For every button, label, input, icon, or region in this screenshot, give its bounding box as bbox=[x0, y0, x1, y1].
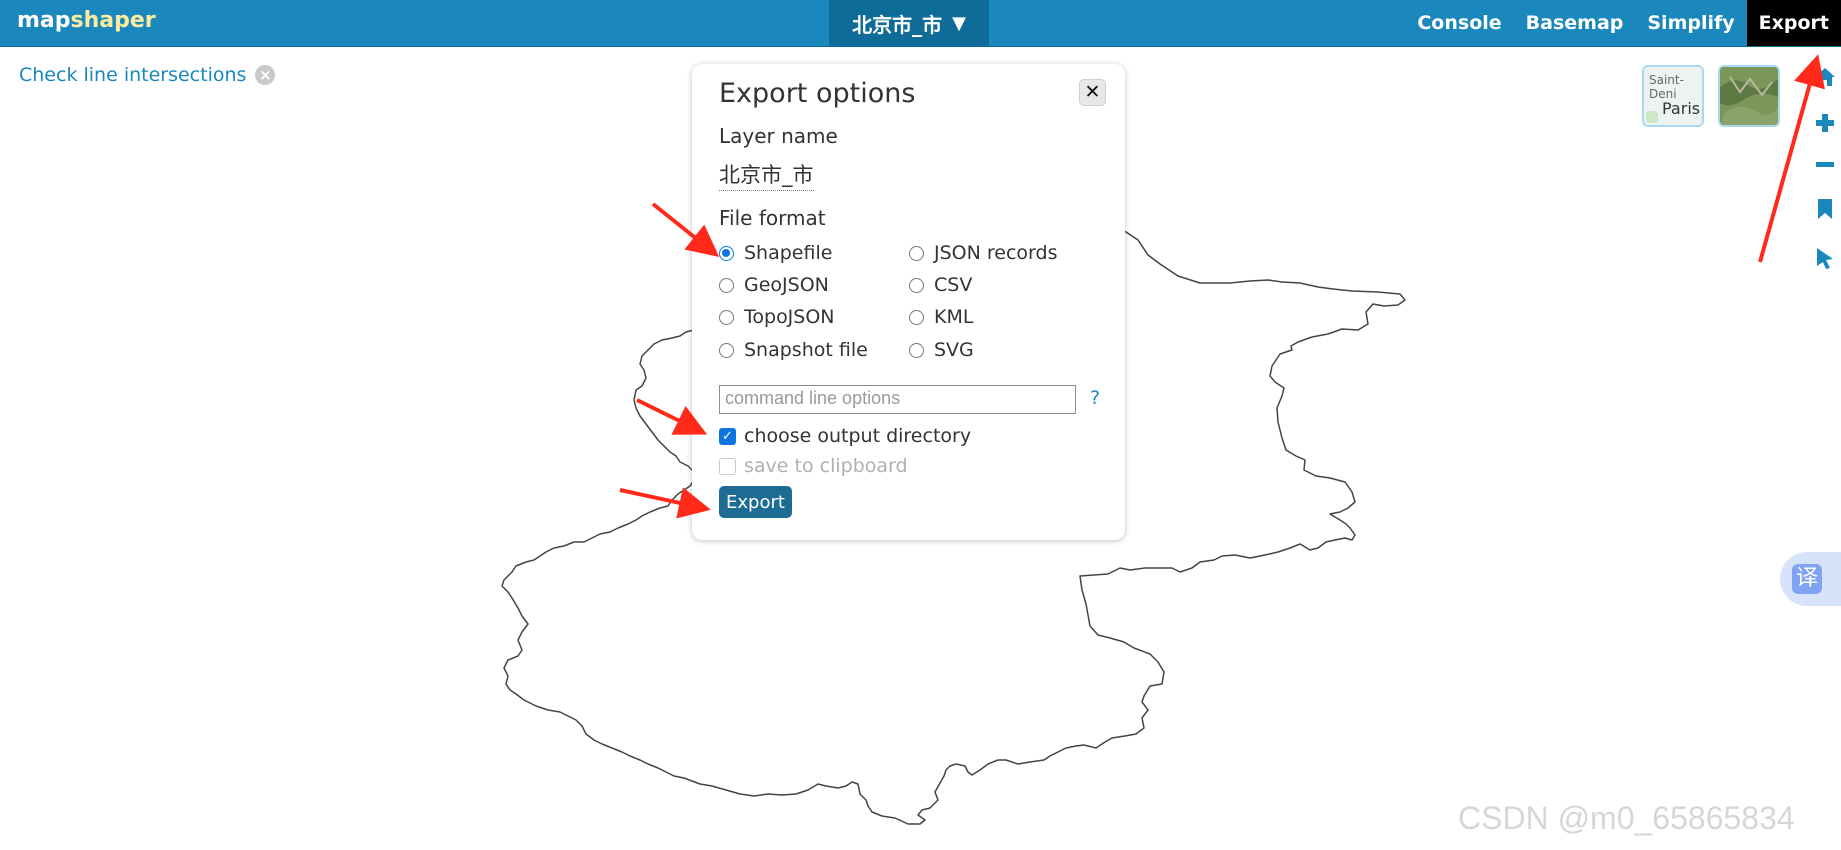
zoom-in-icon[interactable] bbox=[1814, 112, 1836, 134]
radio-shapefile[interactable] bbox=[719, 245, 734, 261]
radio-topojson[interactable] bbox=[719, 309, 734, 325]
basemap-button[interactable]: Basemap bbox=[1514, 0, 1636, 46]
logo-text-shaper: shaper bbox=[70, 8, 156, 33]
format-option-geojson[interactable]: GeoJSON bbox=[719, 274, 829, 296]
translate-icon: 译 bbox=[1792, 564, 1822, 594]
format-label: JSON records bbox=[934, 242, 1058, 264]
format-option-snapshot[interactable]: Snapshot file bbox=[719, 339, 868, 361]
radio-snapshot[interactable] bbox=[719, 342, 734, 358]
format-label: TopoJSON bbox=[744, 306, 835, 328]
console-button[interactable]: Console bbox=[1405, 0, 1513, 46]
translate-widget[interactable]: 译 bbox=[1780, 552, 1841, 606]
export-button[interactable]: Export bbox=[719, 486, 792, 518]
format-option-svg[interactable]: SVG bbox=[909, 339, 974, 361]
basemap-streets-thumbnail[interactable]: Saint-Deni Paris bbox=[1642, 65, 1704, 127]
basemap-label-paris: Paris bbox=[1662, 99, 1701, 118]
radio-kml[interactable] bbox=[909, 309, 924, 325]
file-format-label: File format bbox=[719, 206, 826, 230]
basemap-label-saint-denis: Saint-Deni bbox=[1649, 73, 1684, 101]
basemap-satellite-thumbnail[interactable] bbox=[1718, 65, 1780, 127]
layer-selector-button[interactable]: 北京市_市 ▼ bbox=[829, 0, 989, 46]
mapshaper-logo: mapshaper bbox=[17, 8, 156, 33]
caret-down-icon: ▼ bbox=[952, 12, 966, 34]
main-nav: Console Basemap Simplify Export bbox=[1405, 0, 1841, 46]
home-icon[interactable] bbox=[1814, 66, 1836, 88]
radio-json-records[interactable] bbox=[909, 245, 924, 261]
format-label: Snapshot file bbox=[744, 339, 868, 361]
radio-svg[interactable] bbox=[909, 342, 924, 358]
radio-geojson[interactable] bbox=[719, 277, 734, 293]
format-label: SVG bbox=[934, 339, 974, 361]
format-option-shapefile[interactable]: Shapefile bbox=[719, 242, 832, 264]
choose-output-directory-option[interactable]: ✓ choose output directory bbox=[719, 425, 971, 447]
checkbox-checked-icon[interactable]: ✓ bbox=[719, 427, 736, 445]
format-option-kml[interactable]: KML bbox=[909, 306, 973, 328]
layer-name-value[interactable]: 北京市_市 bbox=[719, 159, 814, 191]
terrain-icon bbox=[1720, 67, 1778, 125]
export-options-dialog: Export options ✕ Layer name 北京市_市 File f… bbox=[692, 64, 1125, 540]
help-link[interactable]: ? bbox=[1090, 387, 1100, 409]
pointer-icon[interactable] bbox=[1814, 247, 1836, 269]
choose-output-directory-label: choose output directory bbox=[744, 425, 972, 447]
format-option-topojson[interactable]: TopoJSON bbox=[719, 306, 835, 328]
park-patch bbox=[1646, 111, 1658, 123]
layer-name-label: Layer name bbox=[719, 124, 838, 148]
logo-text-map: map bbox=[17, 8, 71, 33]
format-label: CSV bbox=[934, 274, 973, 296]
save-to-clipboard-label: save to clipboard bbox=[744, 455, 908, 477]
layer-selector-label: 北京市_市 bbox=[852, 12, 943, 37]
close-button[interactable]: ✕ bbox=[1079, 79, 1106, 106]
watermark: CSDN @m0_65865834 bbox=[1458, 800, 1795, 836]
simplify-button[interactable]: Simplify bbox=[1635, 0, 1746, 46]
export-nav-button[interactable]: Export bbox=[1746, 0, 1841, 46]
format-label: GeoJSON bbox=[744, 274, 829, 296]
save-to-clipboard-option[interactable]: save to clipboard bbox=[719, 455, 908, 477]
radio-csv[interactable] bbox=[909, 277, 924, 293]
bookmark-icon[interactable] bbox=[1814, 198, 1836, 220]
format-option-csv[interactable]: CSV bbox=[909, 274, 972, 296]
top-bar: mapshaper 北京市_市 ▼ Console Basemap Simpli… bbox=[0, 0, 1841, 47]
format-label: KML bbox=[934, 306, 974, 328]
checkbox-unchecked-icon[interactable] bbox=[719, 457, 736, 475]
format-option-json-records[interactable]: JSON records bbox=[909, 242, 1057, 264]
format-label: Shapefile bbox=[744, 242, 833, 264]
zoom-out-icon[interactable] bbox=[1814, 154, 1836, 176]
command-line-options-input[interactable]: command line options bbox=[719, 385, 1076, 414]
dialog-title: Export options bbox=[719, 78, 916, 109]
